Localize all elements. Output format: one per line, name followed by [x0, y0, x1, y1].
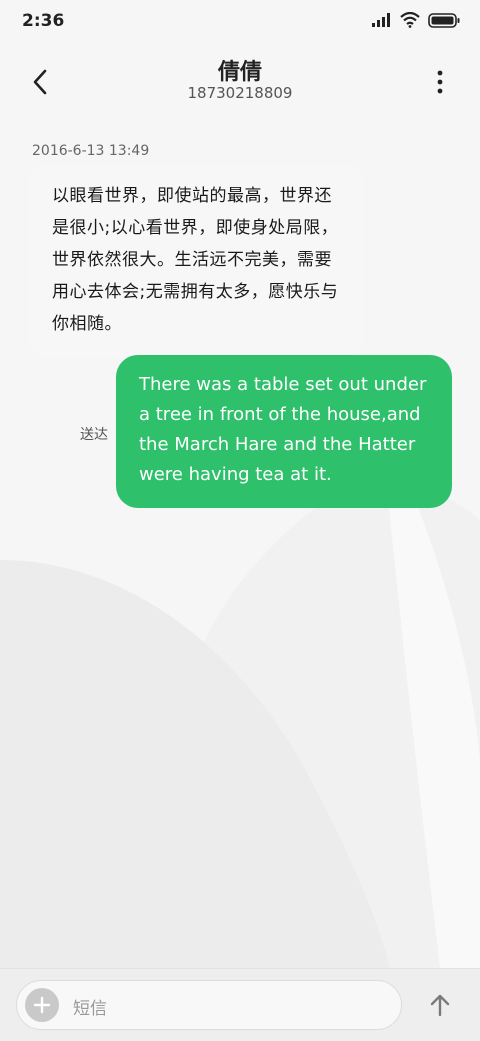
message-timestamp: 2016-6-13 13:49: [32, 143, 150, 159]
message-input[interactable]: 短信: [16, 980, 402, 1030]
message-composer: 短信: [0, 968, 480, 1041]
status-icons: [372, 12, 460, 28]
more-vertical-icon: [437, 70, 443, 94]
incoming-message-bubble[interactable]: 以眼看世界，即使站的最高，世界还是很小;以心看世界，即使身处局限，世界依然很大。…: [28, 164, 364, 358]
more-options-button[interactable]: [420, 62, 460, 102]
delivery-status: 送达: [80, 427, 108, 443]
outgoing-message-bubble[interactable]: There was a table set out under a tree i…: [116, 355, 452, 508]
contact-name: 倩倩: [217, 60, 262, 85]
battery-icon: [428, 12, 460, 28]
conversation-header: 倩倩 18730218809: [0, 44, 480, 114]
add-attachment-button[interactable]: [25, 988, 59, 1022]
plus-icon: [33, 996, 51, 1014]
contact-number: 18730218809: [187, 84, 293, 102]
status-bar: 2:36: [0, 0, 480, 44]
input-placeholder: 短信: [73, 999, 107, 1019]
signal-icon: [372, 13, 390, 27]
status-time: 2:36: [22, 11, 65, 31]
wifi-icon: [400, 12, 420, 28]
send-button[interactable]: [420, 985, 460, 1025]
send-arrow-icon: [430, 994, 450, 1017]
